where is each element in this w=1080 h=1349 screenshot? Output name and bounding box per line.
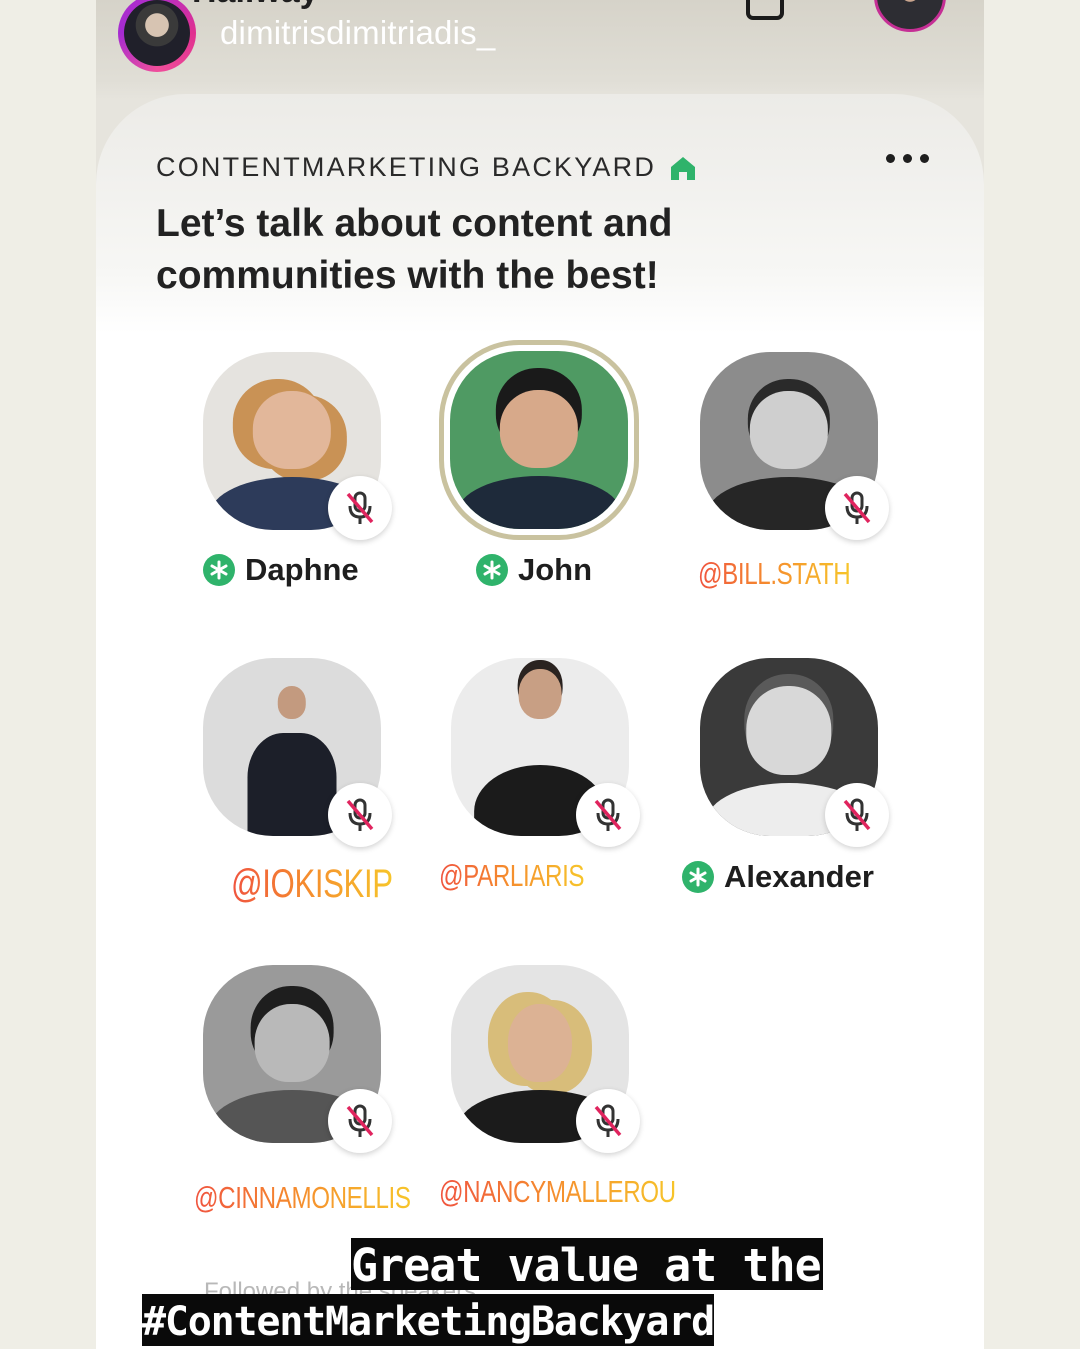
mic-off-icon: [328, 783, 392, 847]
mic-off-icon: [825, 783, 889, 847]
mic-off-icon: [328, 1089, 392, 1153]
avatar-photo: [124, 0, 190, 66]
speaker-name: John: [476, 552, 592, 588]
clubhouse-screen: Hallway dimitrisdimitriadis_ CONTENTMARK…: [96, 0, 984, 1349]
speaker-handle[interactable]: @CINNAMONELLIS: [194, 1180, 411, 1216]
profile-avatar[interactable]: [874, 0, 946, 32]
speaker-label: John: [518, 552, 593, 587]
speaker-handle[interactable]: @IOKISKIP: [231, 862, 393, 907]
room-title-line-1: Let’s talk about content and: [156, 202, 673, 245]
new-member-badge-icon: [476, 554, 508, 586]
mic-off-icon: [328, 476, 392, 540]
story-caption-line-1: Great value at the: [351, 1238, 823, 1292]
mic-off-icon: [576, 1089, 640, 1153]
room-title-line-2: communities with the best!: [156, 254, 659, 297]
room-title: Let’s talk about content and communities…: [156, 198, 776, 302]
story-username[interactable]: dimitrisdimitriadis_: [220, 14, 495, 52]
story-frame: Hallway dimitrisdimitriadis_ CONTENTMARK…: [0, 0, 1080, 1349]
club-header[interactable]: CONTENTMARKETING BACKYARD: [156, 152, 696, 183]
square-icon[interactable]: [746, 0, 784, 20]
speaker-avatar[interactable]: [450, 351, 628, 529]
house-icon: [670, 155, 696, 181]
speaker-label: Alexander: [724, 859, 874, 894]
speaker-name: Alexander: [682, 859, 874, 895]
story-caption-line-2: #ContentMarketingBackyard: [142, 1294, 715, 1346]
speaker-name: Daphne: [203, 552, 359, 588]
new-member-badge-icon: [682, 861, 714, 893]
more-dots-icon[interactable]: [886, 154, 929, 163]
hallway-title: Hallway: [192, 0, 319, 11]
club-name: CONTENTMARKETING BACKYARD: [156, 152, 657, 182]
speaker-handle[interactable]: @NANCYMALLEROU: [439, 1174, 676, 1210]
mic-off-icon: [576, 783, 640, 847]
story-avatar[interactable]: [118, 0, 196, 72]
mic-off-icon: [825, 476, 889, 540]
speaker-handle[interactable]: @PARLIARIS: [439, 858, 585, 894]
speaker-handle[interactable]: @BILL.STATH: [698, 556, 851, 592]
speaker-label: Daphne: [245, 552, 359, 587]
new-member-badge-icon: [203, 554, 235, 586]
